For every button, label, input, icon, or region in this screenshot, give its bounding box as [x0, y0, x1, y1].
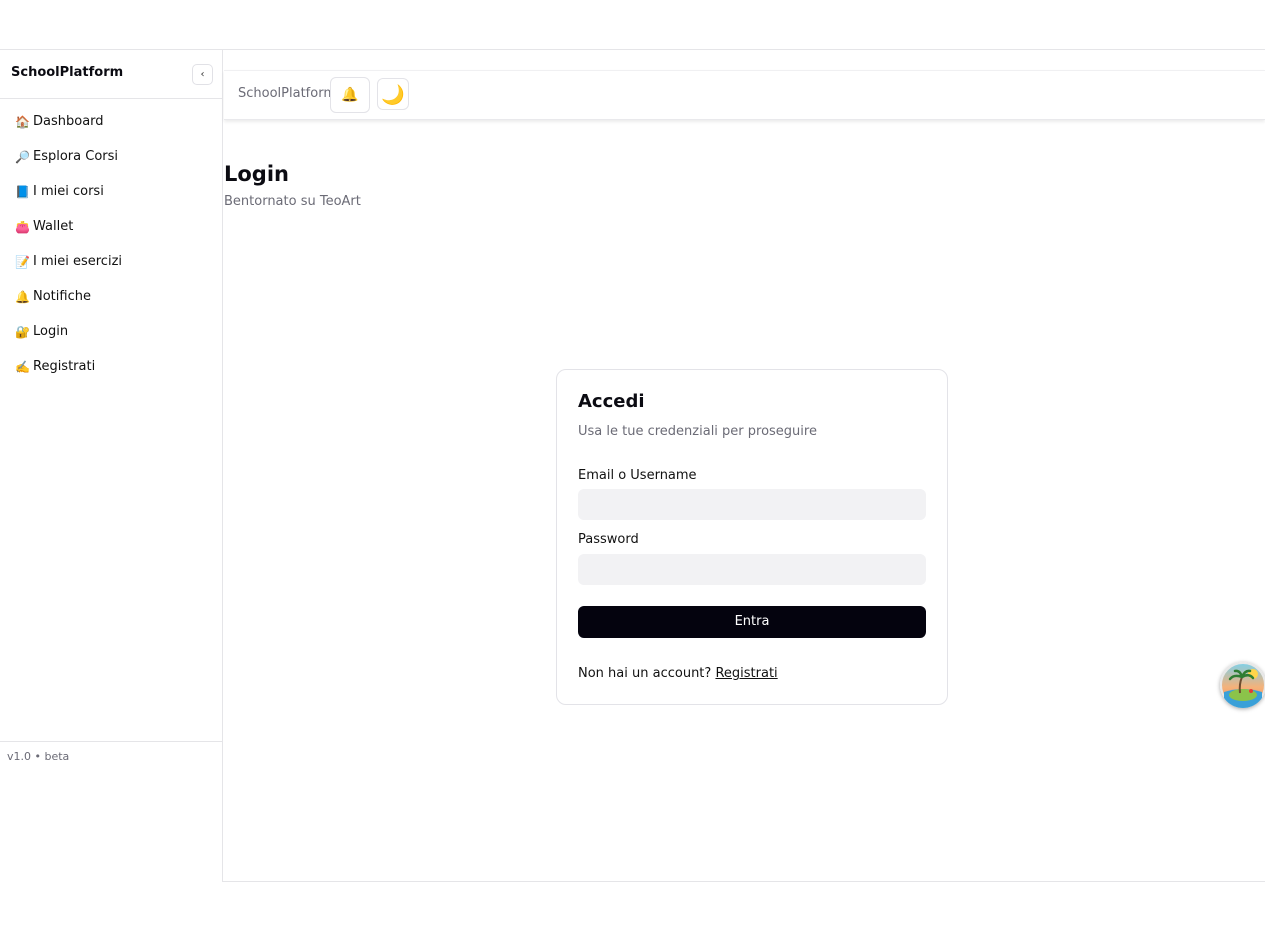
password-field[interactable]	[578, 554, 926, 585]
email-label: Email o Username	[578, 468, 697, 483]
moon-icon: 🌙	[381, 84, 405, 106]
palm-island-icon	[1220, 662, 1265, 708]
sidebar-item-notifiche[interactable]: 🔔 Notifiche	[0, 279, 222, 314]
house-icon: 🏠	[15, 114, 30, 129]
login-card-title: Accedi	[578, 391, 645, 412]
floating-beach-button[interactable]	[1220, 662, 1265, 708]
login-card: Accedi Usa le tue credenziali per proseg…	[556, 369, 948, 705]
sidebar-header: SchoolPlatform ‹	[0, 50, 222, 99]
sidebar-nav: 🏠 Dashboard 🔎 Esplora Corsi 📘 I miei cor…	[0, 104, 222, 384]
sidebar-item-label: I miei corsi	[33, 184, 104, 199]
app-shell: SchoolPlatform ‹ 🏠 Dashboard 🔎 Esplora C…	[0, 49, 1265, 882]
signup-link[interactable]: Registrati	[715, 666, 777, 681]
writing-hand-icon: ✍️	[15, 359, 30, 374]
sidebar-item-dashboard[interactable]: 🏠 Dashboard	[0, 104, 222, 139]
sidebar-item-i-miei-esercizi[interactable]: 📝 I miei esercizi	[0, 244, 222, 279]
sidebar: SchoolPlatform ‹ 🏠 Dashboard 🔎 Esplora C…	[0, 50, 223, 882]
magnifier-icon: 🔎	[15, 149, 30, 164]
blue-book-icon: 📘	[15, 184, 30, 199]
purse-icon: 👛	[15, 219, 30, 234]
sidebar-item-label: Notifiche	[33, 289, 91, 304]
password-label: Password	[578, 532, 639, 547]
sidebar-collapse-button[interactable]: ‹	[192, 64, 213, 85]
sidebar-item-login[interactable]: 🔐 Login	[0, 314, 222, 349]
page-title: Login	[224, 162, 289, 186]
sidebar-brand[interactable]: SchoolPlatform	[11, 65, 123, 80]
sidebar-item-label: Login	[33, 324, 69, 339]
login-card-subtitle: Usa le tue credenziali per proseguire	[578, 424, 817, 439]
submit-button[interactable]: Entra	[578, 606, 926, 638]
version-label: v1.0 • beta	[0, 741, 222, 763]
memo-icon: 📝	[15, 254, 30, 269]
sidebar-item-label: Dashboard	[33, 114, 104, 129]
sidebar-item-label: Wallet	[33, 219, 74, 234]
sidebar-item-i-miei-corsi[interactable]: 📘 I miei corsi	[0, 174, 222, 209]
topbar-title: SchoolPlatform	[238, 86, 336, 101]
signup-prompt: Non hai un account?	[578, 666, 712, 681]
theme-toggle-button[interactable]: 🌙	[377, 78, 409, 110]
email-field[interactable]	[578, 489, 926, 520]
sidebar-item-label: I miei esercizi	[33, 254, 123, 269]
sidebar-item-label: Esplora Corsi	[33, 149, 119, 164]
page-subtitle: Bentornato su TeoArt	[224, 194, 361, 209]
sidebar-item-wallet[interactable]: 👛 Wallet	[0, 209, 222, 244]
bell-icon: 🔔	[15, 289, 30, 304]
signup-line: Non hai un account? Registrati	[578, 666, 778, 681]
sidebar-item-esplora-corsi[interactable]: 🔎 Esplora Corsi	[0, 139, 222, 174]
top-bar: SchoolPlatform 🔔 🌙	[224, 70, 1265, 120]
sidebar-item-label: Registrati	[33, 359, 96, 374]
bell-icon: 🔔	[341, 87, 359, 103]
sidebar-item-registrati[interactable]: ✍️ Registrati	[0, 349, 222, 384]
lock-key-icon: 🔐	[15, 324, 30, 339]
notifications-button[interactable]: 🔔	[330, 77, 370, 113]
